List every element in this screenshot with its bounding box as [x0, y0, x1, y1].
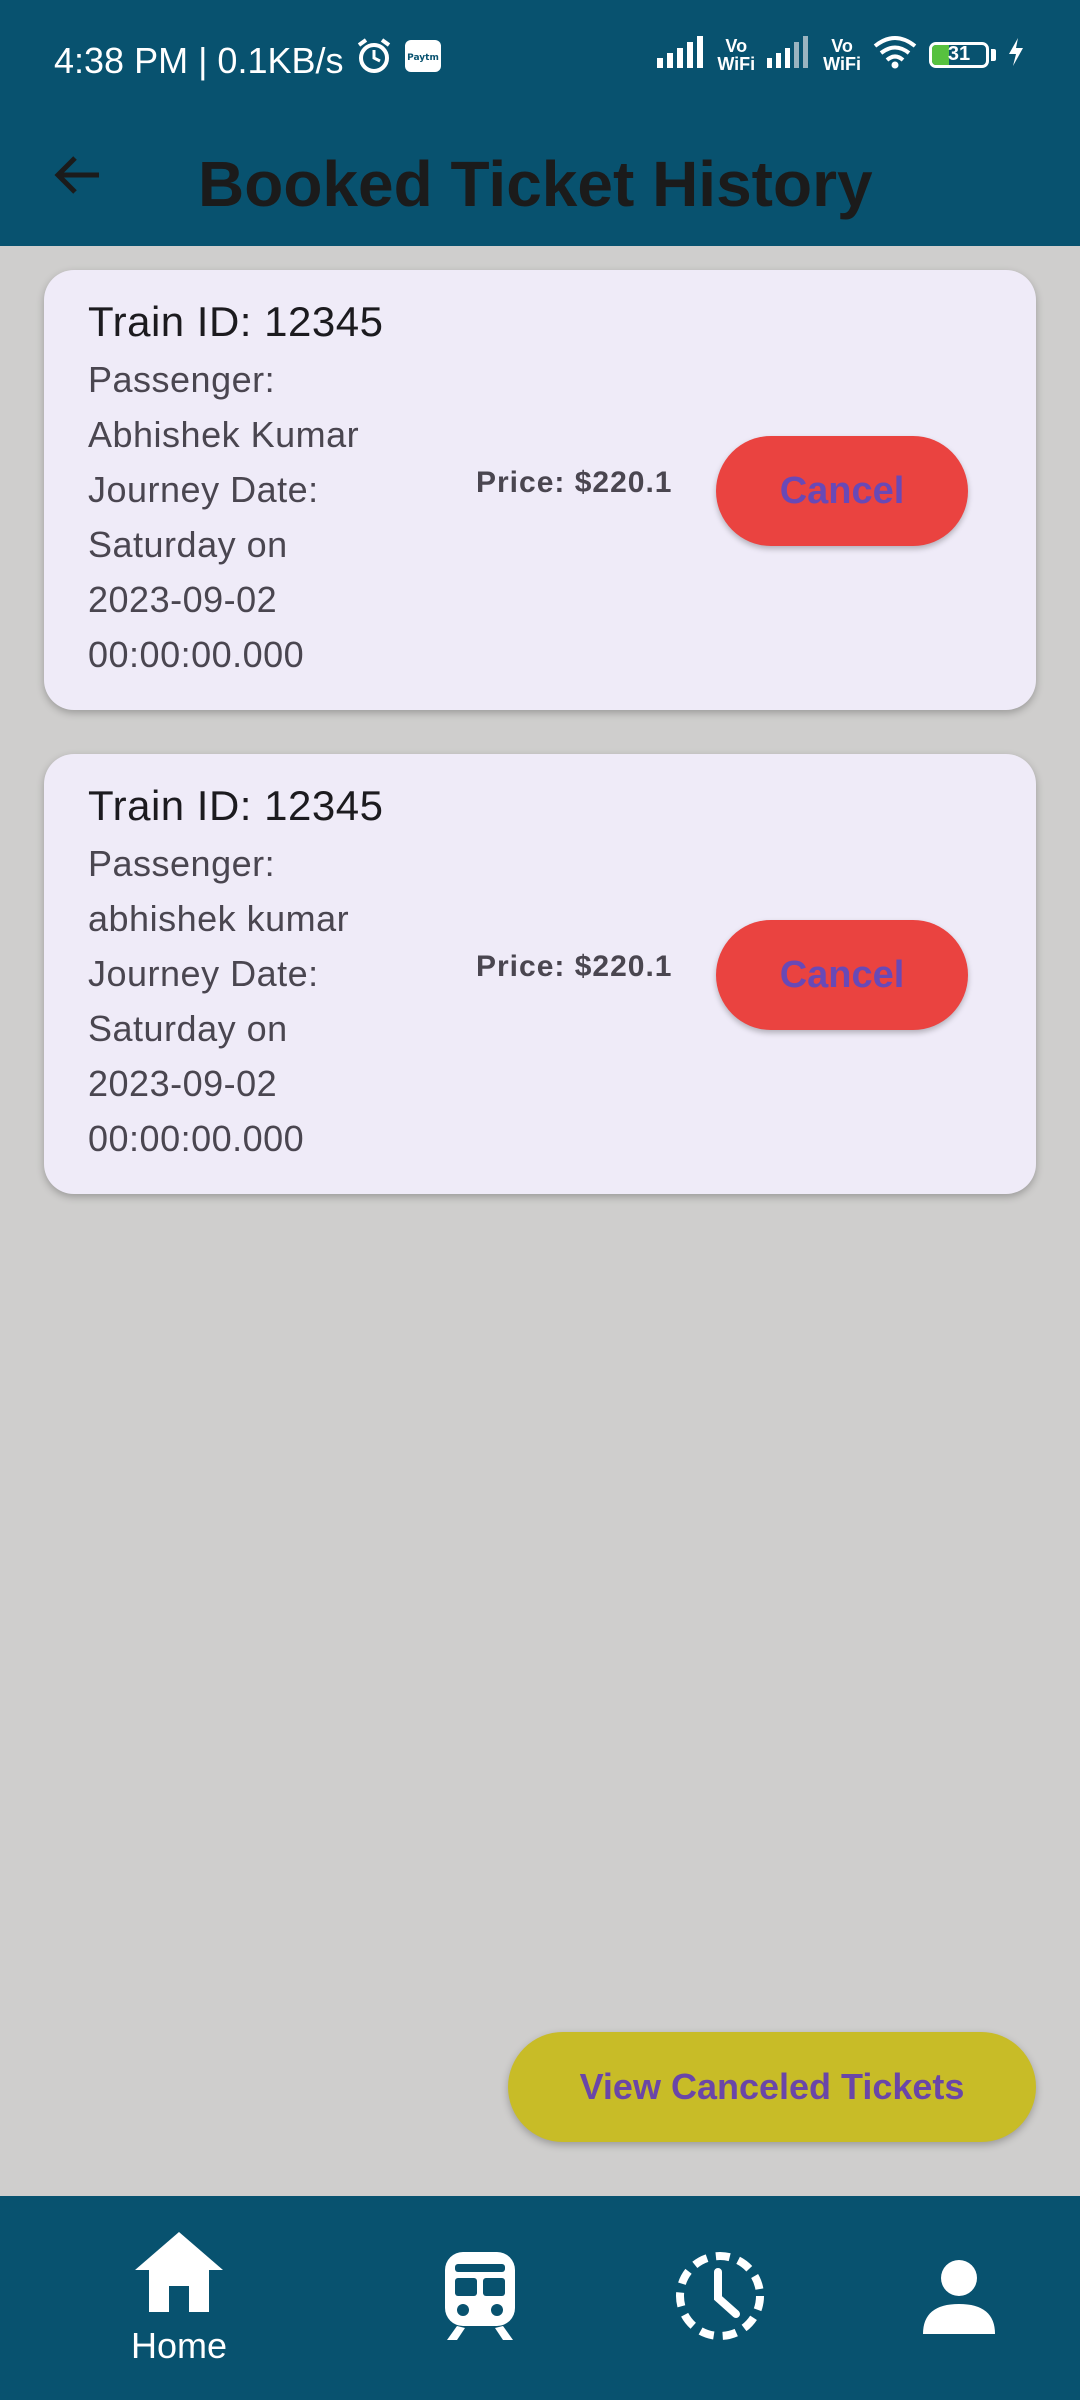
status-left: 4:38 PM | 0.1KB/s Paytm [54, 36, 442, 85]
ticket-details: Passenger: Abhishek Kumar Journey Date: … [88, 359, 360, 675]
battery-indicator: 31 [929, 41, 989, 68]
person-icon [919, 2256, 999, 2341]
paytm-notification-icon: Paytm [404, 37, 442, 84]
cell-signal-2-icon [765, 34, 813, 75]
lightning-bolt-icon [1006, 36, 1026, 73]
nav-item-home[interactable]: Home [44, 2196, 314, 2400]
status-time: 4:38 PM | 0.1KB/s [54, 39, 344, 81]
history-clock-icon [672, 2248, 768, 2349]
ticket-info: Train ID: 12345 Passenger: abhishek kuma… [88, 776, 448, 1166]
vowifi-1-label: Vo WiFi [717, 35, 756, 74]
status-right: Vo WiFi Vo WiFi 31 [655, 34, 1026, 75]
page-title: Booked Ticket History [198, 148, 873, 220]
app-bar: Booked Ticket History [0, 120, 1080, 246]
wifi-icon [871, 34, 919, 75]
alarm-clock-icon [354, 36, 394, 85]
view-canceled-tickets-button[interactable]: View Canceled Tickets [508, 2032, 1036, 2142]
nav-item-profile[interactable] [824, 2196, 1080, 2400]
back-button[interactable] [44, 144, 110, 210]
train-icon [441, 2250, 519, 2347]
battery-tip [991, 48, 996, 61]
ticket-price: Price: $220.1 [476, 466, 673, 499]
battery-level: 31 [947, 43, 971, 65]
ticket-price: Price: $220.1 [476, 950, 673, 983]
battery-fill [932, 44, 949, 65]
ticket-card: Train ID: 12345 Passenger: abhishek kuma… [44, 754, 1036, 1194]
arrow-back-icon [51, 149, 103, 206]
ticket-card: Train ID: 12345 Passenger: Abhishek Kuma… [44, 270, 1036, 710]
train-id: Train ID: 12345 [88, 298, 384, 345]
cell-signal-icon [655, 34, 707, 75]
nav-item-train[interactable] [345, 2196, 615, 2400]
nav-label-home: Home [130, 2324, 228, 2366]
home-icon [133, 2230, 225, 2319]
train-id: Train ID: 12345 [88, 782, 384, 829]
ticket-info: Train ID: 12345 Passenger: Abhishek Kuma… [88, 292, 448, 682]
bottom-navigation: Home [0, 2196, 1080, 2400]
ticket-details: Passenger: abhishek kumar Journey Date: … [88, 843, 350, 1159]
cancel-button[interactable]: Cancel [716, 920, 968, 1030]
vowifi-2-label: Vo WiFi [823, 35, 861, 74]
nav-item-history[interactable] [585, 2196, 855, 2400]
status-bar: 4:38 PM | 0.1KB/s Paytm Vo WiFi Vo WiFi … [0, 0, 1080, 120]
cancel-button[interactable]: Cancel [716, 436, 968, 546]
svg-text:Paytm: Paytm [407, 53, 439, 63]
